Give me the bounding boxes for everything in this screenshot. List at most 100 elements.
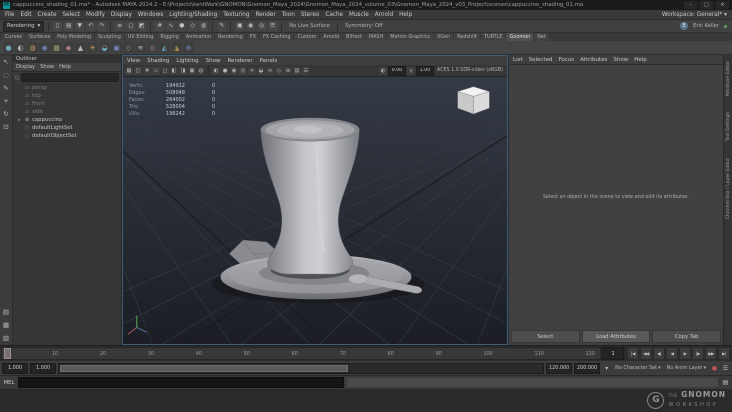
- layout-split-pane-icon[interactable]: ▧: [1, 333, 11, 343]
- use-default-material-icon[interactable]: ◎: [239, 66, 247, 75]
- grid-toggle-icon[interactable]: #: [143, 66, 151, 75]
- shelf-item-icon[interactable]: ◒: [99, 42, 110, 53]
- select-object-icon[interactable]: ◻: [126, 21, 136, 31]
- shelf-item-icon[interactable]: ◍: [27, 42, 38, 53]
- view-transform-label[interactable]: ACES 1.0 SDR-video (sRGB): [437, 68, 503, 73]
- gamma-field[interactable]: [416, 65, 434, 76]
- copy-tab-button[interactable]: Copy Tab: [652, 330, 722, 343]
- viewport-menu-show[interactable]: Show: [206, 58, 221, 64]
- user-account-menu[interactable]: E Eric Keller: [680, 22, 727, 30]
- menu-stereo[interactable]: Stereo: [301, 12, 320, 18]
- load-attributes-button[interactable]: Load Attributes: [581, 330, 651, 343]
- menu-edit[interactable]: Edit: [21, 12, 32, 18]
- scale-tool-icon[interactable]: ⊡: [1, 122, 11, 132]
- menu-modify[interactable]: Modify: [86, 12, 105, 18]
- shelf-item-icon[interactable]: ⊕: [183, 42, 194, 53]
- shelf-item-icon[interactable]: ◎: [147, 42, 158, 53]
- shelf-tab-gnomon[interactable]: Gnomon: [506, 33, 534, 41]
- tab-attribute-editor[interactable]: Attribute Editor: [726, 61, 731, 96]
- shelf-item-icon[interactable]: ☀: [87, 42, 98, 53]
- outliner-menu-help[interactable]: Help: [59, 64, 71, 70]
- script-editor-icon[interactable]: ▤: [721, 378, 730, 387]
- shelf-tab-rendering[interactable]: Rendering: [214, 33, 246, 41]
- outliner-item-default-object-set[interactable]: ◌ defaultObjectSet: [13, 132, 121, 140]
- menu-cache[interactable]: Cache: [325, 12, 343, 18]
- viewport-menu-shading[interactable]: Shading: [147, 58, 169, 64]
- shelf-tab-fx[interactable]: FX: [246, 33, 259, 41]
- shelf-tab-curves[interactable]: Curves: [2, 33, 25, 41]
- menu-texturing[interactable]: Texturing: [223, 12, 249, 18]
- animation-preferences-icon[interactable]: ☰: [721, 364, 730, 373]
- auto-keyframe-icon[interactable]: ●: [710, 364, 719, 373]
- menu-create[interactable]: Create: [38, 12, 57, 18]
- anti-aliasing-icon[interactable]: ⊕: [284, 66, 292, 75]
- menu-windows[interactable]: Windows: [138, 12, 163, 18]
- range-slider-handle[interactable]: [60, 364, 348, 372]
- safe-action-icon[interactable]: ▣: [188, 66, 196, 75]
- shelf-tab-fx-caching[interactable]: FX Caching: [259, 33, 294, 41]
- gamma-icon[interactable]: γ: [407, 66, 415, 75]
- gate-mask-icon[interactable]: ◧: [170, 66, 178, 75]
- animation-end-field[interactable]: [574, 362, 601, 374]
- command-line-input[interactable]: [18, 377, 344, 388]
- character-set-selector[interactable]: No Character Set ▾: [613, 365, 662, 371]
- resolution-gate-icon[interactable]: ◻: [161, 66, 169, 75]
- shelf-item-icon[interactable]: ◆: [63, 42, 74, 53]
- range-slider[interactable]: [58, 362, 545, 374]
- textured-icon[interactable]: ◉: [230, 66, 238, 75]
- isolate-select-icon[interactable]: ▤: [293, 66, 301, 75]
- layout-four-pane-icon[interactable]: ▦: [1, 320, 11, 330]
- playback-end-field[interactable]: [546, 362, 573, 374]
- render-current-frame-icon[interactable]: ◉: [246, 21, 256, 31]
- outliner-menu-display[interactable]: Display: [16, 64, 35, 70]
- play-backwards-button[interactable]: ◀: [666, 347, 678, 360]
- exposure-icon[interactable]: ◐: [379, 66, 387, 75]
- menu-help[interactable]: Help: [399, 12, 412, 18]
- playback-start-field[interactable]: [30, 362, 56, 374]
- layout-single-pane-icon[interactable]: ▤: [1, 307, 11, 317]
- shelf-item-icon[interactable]: ◐: [15, 42, 26, 53]
- go-to-start-button[interactable]: |◀: [627, 347, 639, 360]
- shelf-item-icon[interactable]: ◮: [171, 42, 182, 53]
- menu-display[interactable]: Display: [111, 12, 132, 18]
- paint-select-tool-icon[interactable]: ✎: [1, 83, 11, 93]
- viewport-canvas[interactable]: Verts: 194912 0 Edges: 508048 0 Faces: 264002…: [123, 77, 507, 344]
- shelf-tab-uv-editing[interactable]: UV Editing: [124, 33, 157, 41]
- view-cube[interactable]: [456, 86, 491, 115]
- playhead[interactable]: [4, 348, 11, 359]
- snap-plane-icon[interactable]: ◇: [188, 21, 198, 31]
- shelf-tab-surfaces[interactable]: Surfaces: [25, 33, 54, 41]
- all-lights-icon[interactable]: ☀: [248, 66, 256, 75]
- menu-select[interactable]: Select: [62, 12, 80, 18]
- step-forward-frame-button[interactable]: ▶▶: [705, 347, 717, 360]
- close-button[interactable]: ×: [716, 1, 729, 9]
- construction-history-icon[interactable]: ✎: [217, 21, 227, 31]
- tab-channel-box-layer-editor[interactable]: Channel Box / Layer Editor: [726, 158, 731, 219]
- shelf-item-icon[interactable]: ●: [3, 42, 14, 53]
- exposure-field[interactable]: [388, 65, 406, 76]
- shelf-tab-animation[interactable]: Animation: [182, 33, 214, 41]
- shelf-tab-redshift[interactable]: Redshift: [454, 33, 481, 41]
- bookmark-icon[interactable]: ▾: [602, 364, 611, 373]
- shelf-tab-net[interactable]: Net: [534, 33, 549, 41]
- outliner-menu-show[interactable]: Show: [40, 64, 54, 70]
- snap-point-icon[interactable]: ●: [177, 21, 187, 31]
- expand-arrow-icon[interactable]: ▸: [17, 118, 22, 123]
- select-component-icon[interactable]: ◩: [137, 21, 147, 31]
- shelf-tab-sculpting[interactable]: Sculpting: [95, 33, 124, 41]
- shelf-tab-bifrost[interactable]: Bifrost: [343, 33, 365, 41]
- menu-toon[interactable]: Toon: [282, 12, 295, 18]
- render-settings-icon[interactable]: ☰: [268, 21, 278, 31]
- snap-grid-icon[interactable]: #: [155, 21, 165, 31]
- outliner-item-top[interactable]: ▱ top: [13, 92, 121, 100]
- menu-lighting-shading[interactable]: Lighting/Shading: [169, 12, 217, 18]
- rotate-tool-icon[interactable]: ↻: [1, 109, 11, 119]
- menu-render[interactable]: Render: [255, 12, 275, 18]
- select-camera-icon[interactable]: ▦: [125, 66, 133, 75]
- lasso-tool-icon[interactable]: ◌: [1, 70, 11, 80]
- viewport-menu-view[interactable]: View: [127, 58, 140, 64]
- outliner-item-default-light-set[interactable]: ◌ defaultLightSet: [13, 124, 121, 132]
- tab-tool-settings[interactable]: Tool Settings: [726, 112, 731, 141]
- shelf-tab-poly-modeling[interactable]: Poly Modeling: [54, 33, 94, 41]
- ipr-render-icon[interactable]: ◎: [257, 21, 267, 31]
